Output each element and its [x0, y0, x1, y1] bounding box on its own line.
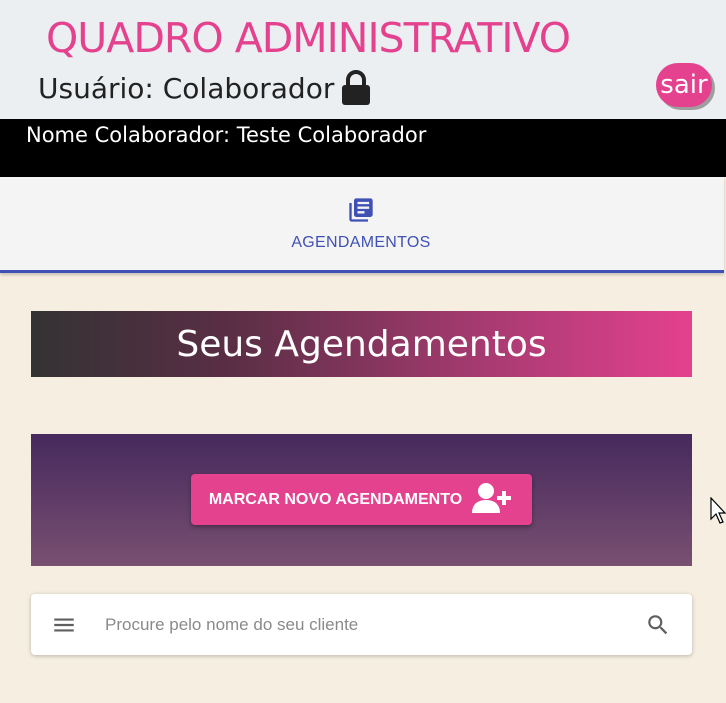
- tab-bar: AGENDAMENTOS: [0, 177, 724, 273]
- logout-button[interactable]: sair: [656, 63, 712, 107]
- section-banner: Seus Agendamentos: [31, 311, 692, 377]
- tab-label: AGENDAMENTOS: [291, 234, 431, 251]
- action-panel: MARCAR NOVO AGENDAMENTO: [31, 434, 692, 566]
- user-role-label: Usuário: Colaborador: [38, 71, 335, 105]
- mouse-cursor-icon: [710, 496, 726, 529]
- library-books-icon: [347, 196, 375, 228]
- search-bar: [31, 594, 692, 655]
- lock-icon: [340, 70, 372, 106]
- collaborator-bar: Nome Colaborador: Teste Colaborador: [0, 119, 726, 177]
- app-title: QUADRO ADMINISTRATIVO: [46, 14, 571, 62]
- person-add-icon: [470, 481, 514, 519]
- search-input[interactable]: [103, 608, 627, 642]
- new-appointment-button[interactable]: MARCAR NOVO AGENDAMENTO: [191, 474, 532, 525]
- menu-icon[interactable]: [51, 612, 77, 642]
- app-header: QUADRO ADMINISTRATIVO Usuário: Colaborad…: [0, 0, 726, 119]
- user-info: Usuário: Colaborador: [38, 70, 372, 106]
- new-appointment-label: MARCAR NOVO AGENDAMENTO: [208, 490, 463, 508]
- collaborator-name: Nome Colaborador: Teste Colaborador: [26, 123, 427, 147]
- search-icon[interactable]: [645, 612, 671, 642]
- section-title: Seus Agendamentos: [176, 323, 547, 365]
- tab-agendamentos[interactable]: AGENDAMENTOS: [270, 177, 452, 270]
